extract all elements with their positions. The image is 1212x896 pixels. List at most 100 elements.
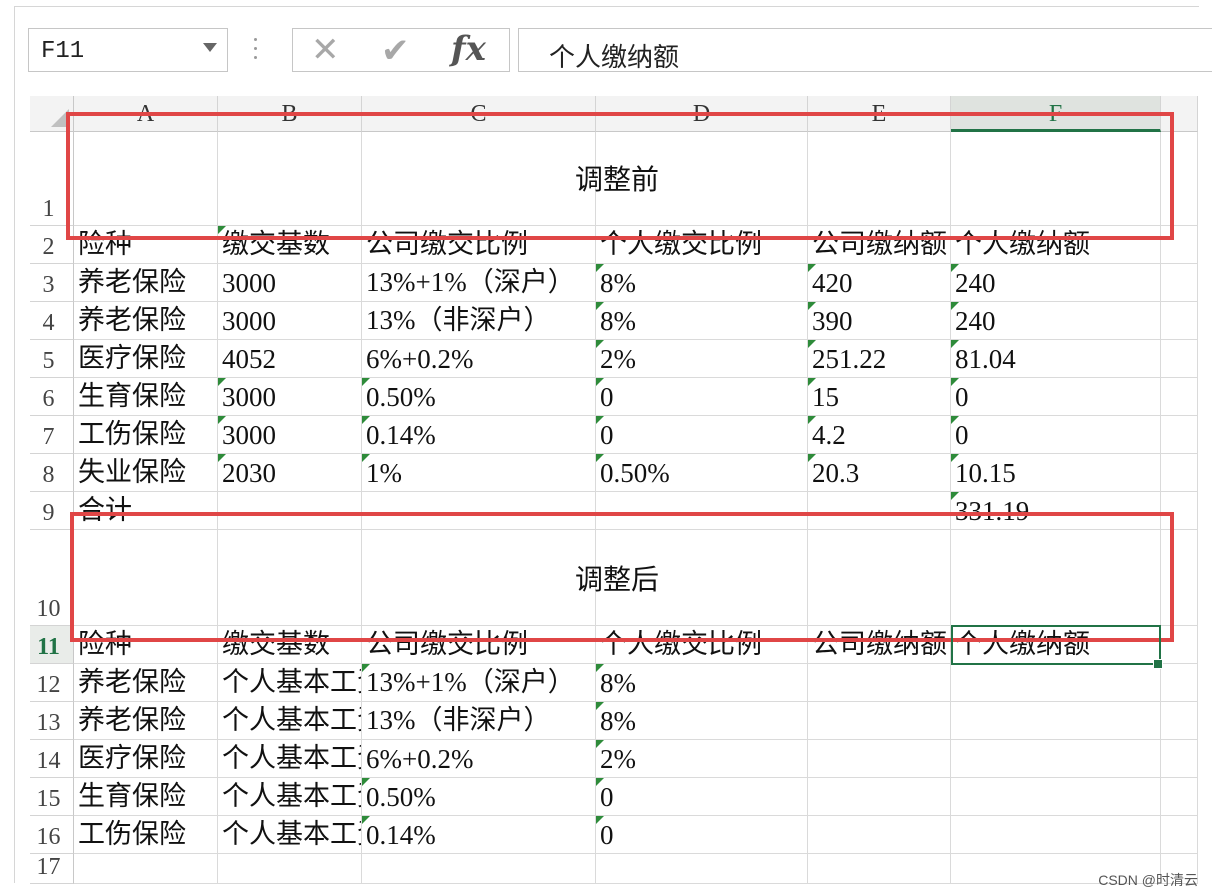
cell-B16[interactable]: 个人基本工资 (218, 816, 362, 854)
cell-G3[interactable] (1161, 264, 1198, 302)
cell-A15[interactable]: 生育保险 (74, 778, 218, 816)
cell-D7[interactable]: 0 (596, 416, 808, 454)
cell-C4[interactable]: 13%（非深户） (362, 302, 596, 340)
cell-A6[interactable]: 生育保险 (74, 378, 218, 416)
cell-B17[interactable] (218, 854, 362, 884)
active-cell-F11[interactable] (951, 625, 1161, 665)
cell-E12[interactable] (808, 664, 951, 702)
row-header-7[interactable]: 7 (30, 416, 74, 454)
cell-F8[interactable]: 10.15 (951, 454, 1161, 492)
cell-C6[interactable]: 0.50% (362, 378, 596, 416)
formula-input[interactable]: 个人缴纳额 (518, 28, 1212, 72)
cell-G6[interactable] (1161, 378, 1198, 416)
cell-C15[interactable]: 0.50% (362, 778, 596, 816)
cell-B7[interactable]: 3000 (218, 416, 362, 454)
cell-B13[interactable]: 个人基本工资 (218, 702, 362, 740)
row-header-6[interactable]: 6 (30, 378, 74, 416)
cell-F3[interactable]: 240 (951, 264, 1161, 302)
cell-F16[interactable] (951, 816, 1161, 854)
cell-B14[interactable]: 个人基本工资 (218, 740, 362, 778)
cell-A5[interactable]: 医疗保险 (74, 340, 218, 378)
cell-A3[interactable]: 养老保险 (74, 264, 218, 302)
cell-E14[interactable] (808, 740, 951, 778)
cell-D15[interactable]: 0 (596, 778, 808, 816)
cell-B8[interactable]: 2030 (218, 454, 362, 492)
cell-B12[interactable]: 个人基本工资 (218, 664, 362, 702)
cell-E5[interactable]: 251.22 (808, 340, 951, 378)
cell-D6[interactable]: 0 (596, 378, 808, 416)
row-header-10[interactable]: 10 (30, 530, 74, 626)
row-header-4[interactable]: 4 (30, 302, 74, 340)
cell-C14[interactable]: 6%+0.2% (362, 740, 596, 778)
row-header-17[interactable]: 17 (30, 854, 74, 884)
chevron-down-icon[interactable] (203, 43, 217, 52)
cell-A7[interactable]: 工伤保险 (74, 416, 218, 454)
cell-D8[interactable]: 0.50% (596, 454, 808, 492)
row-header-3[interactable]: 3 (30, 264, 74, 302)
cell-B4[interactable]: 3000 (218, 302, 362, 340)
row-header-8[interactable]: 8 (30, 454, 74, 492)
cell-G4[interactable] (1161, 302, 1198, 340)
cell-E6[interactable]: 15 (808, 378, 951, 416)
cell-G16[interactable] (1161, 816, 1198, 854)
cell-B15[interactable]: 个人基本工资 (218, 778, 362, 816)
row-header-11[interactable]: 11 (30, 626, 74, 664)
cell-B5[interactable]: 4052 (218, 340, 362, 378)
name-box[interactable]: F11 (28, 28, 228, 72)
cancel-icon[interactable]: ✕ (311, 33, 340, 67)
row-header-9[interactable]: 9 (30, 492, 74, 530)
cell-B6[interactable]: 3000 (218, 378, 362, 416)
cell-G13[interactable] (1161, 702, 1198, 740)
cell-C16[interactable]: 0.14% (362, 816, 596, 854)
cell-C13[interactable]: 13%（非深户） (362, 702, 596, 740)
row-header-14[interactable]: 14 (30, 740, 74, 778)
cell-F15[interactable] (951, 778, 1161, 816)
cell-A13[interactable]: 养老保险 (74, 702, 218, 740)
cell-F13[interactable] (951, 702, 1161, 740)
cell-C7[interactable]: 0.14% (362, 416, 596, 454)
cell-C12[interactable]: 13%+1%（深户） (362, 664, 596, 702)
cell-G8[interactable] (1161, 454, 1198, 492)
cell-F7[interactable]: 0 (951, 416, 1161, 454)
cell-E15[interactable] (808, 778, 951, 816)
cell-C17[interactable] (362, 854, 596, 884)
cell-C5[interactable]: 6%+0.2% (362, 340, 596, 378)
cell-E4[interactable]: 390 (808, 302, 951, 340)
cell-A16[interactable]: 工伤保险 (74, 816, 218, 854)
drag-handle-icon[interactable] (254, 38, 258, 62)
cell-E7[interactable]: 4.2 (808, 416, 951, 454)
check-icon[interactable]: ✔ (381, 34, 410, 68)
cell-C8[interactable]: 1% (362, 454, 596, 492)
cell-D5[interactable]: 2% (596, 340, 808, 378)
row-header-12[interactable]: 12 (30, 664, 74, 702)
cell-D17[interactable] (596, 854, 808, 884)
cell-G5[interactable] (1161, 340, 1198, 378)
cell-F4[interactable]: 240 (951, 302, 1161, 340)
cell-E3[interactable]: 420 (808, 264, 951, 302)
cell-A14[interactable]: 医疗保险 (74, 740, 218, 778)
cell-D13[interactable]: 8% (596, 702, 808, 740)
cell-A8[interactable]: 失业保险 (74, 454, 218, 492)
row-header-13[interactable]: 13 (30, 702, 74, 740)
cell-E13[interactable] (808, 702, 951, 740)
cell-E8[interactable]: 20.3 (808, 454, 951, 492)
cell-G15[interactable] (1161, 778, 1198, 816)
insert-function-icon[interactable]: fx (451, 29, 486, 69)
row-header-15[interactable]: 15 (30, 778, 74, 816)
cell-C3[interactable]: 13%+1%（深户） (362, 264, 596, 302)
cell-E16[interactable] (808, 816, 951, 854)
cell-G14[interactable] (1161, 740, 1198, 778)
row-header-16[interactable]: 16 (30, 816, 74, 854)
cell-B3[interactable]: 3000 (218, 264, 362, 302)
cell-D16[interactable]: 0 (596, 816, 808, 854)
cell-D4[interactable]: 8% (596, 302, 808, 340)
cell-D14[interactable]: 2% (596, 740, 808, 778)
cell-E17[interactable] (808, 854, 951, 884)
cell-A17[interactable] (74, 854, 218, 884)
cell-F5[interactable]: 81.04 (951, 340, 1161, 378)
cell-G12[interactable] (1161, 664, 1198, 702)
cell-A4[interactable]: 养老保险 (74, 302, 218, 340)
row-header-5[interactable]: 5 (30, 340, 74, 378)
cell-A12[interactable]: 养老保险 (74, 664, 218, 702)
cell-F6[interactable]: 0 (951, 378, 1161, 416)
